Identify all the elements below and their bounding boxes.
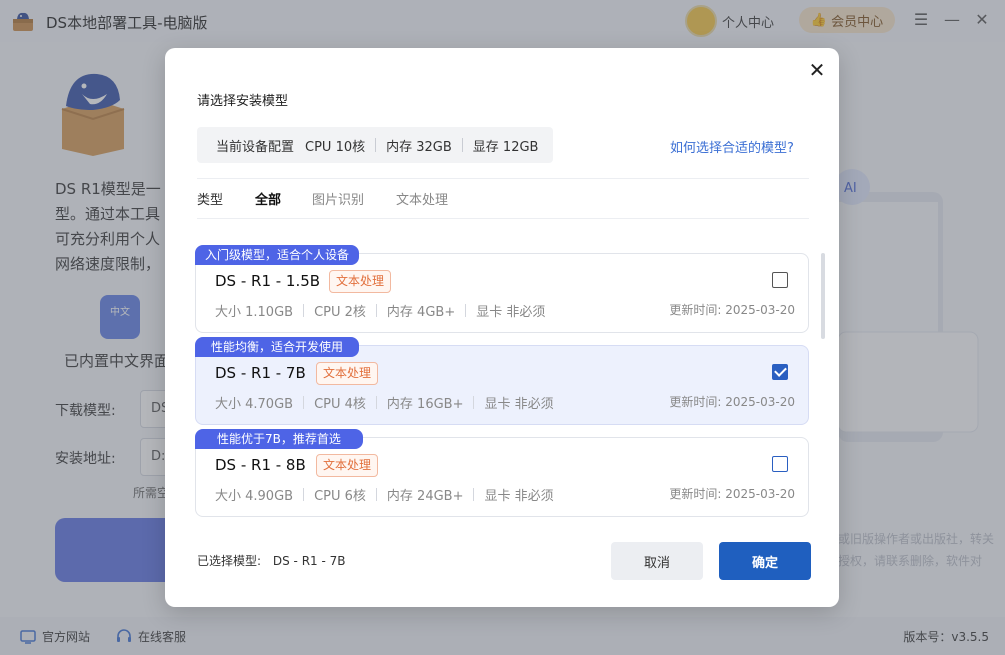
model-card-8b[interactable]: 性能优于7B，推荐首选 DS - R1 - 8B 文本处理 大小 4.90GB … bbox=[195, 429, 809, 517]
model-tag: 性能优于7B，推荐首选 bbox=[195, 429, 363, 449]
model-specs: 大小 4.70GB CPU 4核 内存 16GB+ 显卡 非必须 bbox=[215, 396, 554, 412]
cancel-button[interactable]: 取消 bbox=[611, 542, 703, 580]
config-memory: 内存 32GB bbox=[386, 139, 452, 155]
tab-all[interactable]: 全部 bbox=[255, 189, 281, 208]
model-updated: 更新时间: 2025-03-20 bbox=[669, 487, 795, 501]
divider bbox=[197, 218, 809, 219]
tab-text-processing[interactable]: 文本处理 bbox=[396, 189, 448, 208]
model-tag: 性能均衡，适合开发使用 bbox=[195, 337, 360, 357]
divider bbox=[197, 178, 809, 179]
confirm-button[interactable]: 确定 bbox=[719, 542, 811, 580]
list-scrollbar[interactable] bbox=[821, 253, 825, 339]
model-tag: 入门级模型，适合个人设备 bbox=[195, 245, 360, 265]
selected-model-label: 已选择模型: bbox=[197, 554, 262, 568]
model-name: DS - R1 - 1.5B bbox=[215, 272, 321, 290]
model-updated: 更新时间: 2025-03-20 bbox=[669, 303, 795, 317]
model-card-7b[interactable]: 性能均衡，适合开发使用 DS - R1 - 7B 文本处理 大小 4.70GB … bbox=[195, 337, 809, 425]
how-to-choose-link[interactable]: 如何选择合适的模型? bbox=[670, 137, 794, 156]
tab-image-recognition[interactable]: 图片识别 bbox=[312, 189, 364, 208]
model-card-1-5b[interactable]: 入门级模型，适合个人设备 DS - R1 - 1.5B 文本处理 大小 1.10… bbox=[195, 245, 809, 333]
config-vram: 显存 12GB bbox=[472, 139, 539, 155]
model-updated: 更新时间: 2025-03-20 bbox=[669, 395, 795, 409]
model-type-badge: 文本处理 bbox=[316, 454, 379, 477]
model-specs: 大小 4.90GB CPU 6核 内存 24GB+ 显卡 非必须 bbox=[215, 488, 554, 504]
selected-model-info: 已选择模型: DS - R1 - 7B bbox=[197, 552, 346, 569]
config-label: 当前设备配置 bbox=[216, 139, 295, 155]
model-name: DS - R1 - 7B bbox=[215, 364, 306, 382]
tabs-label: 类型 bbox=[197, 193, 224, 208]
model-specs: 大小 1.10GB CPU 2核 内存 4GB+ 显卡 非必须 bbox=[215, 304, 546, 320]
model-checkbox[interactable] bbox=[772, 272, 788, 288]
selected-model-value: DS - R1 - 7B bbox=[272, 554, 346, 568]
model-checkbox[interactable] bbox=[772, 456, 788, 472]
model-type-badge: 文本处理 bbox=[316, 362, 379, 385]
dialog-title: 请选择安装模型 bbox=[197, 94, 289, 109]
type-tabs: 类型 全部 图片识别 文本处理 bbox=[197, 189, 448, 208]
model-select-dialog: ✕ 请选择安装模型 当前设备配置 CPU 10核 内存 32GB 显存 12GB… bbox=[165, 48, 839, 607]
close-icon[interactable]: ✕ bbox=[806, 58, 828, 82]
model-name: DS - R1 - 8B bbox=[215, 456, 306, 474]
model-type-badge: 文本处理 bbox=[329, 270, 392, 293]
model-checkbox-checked[interactable] bbox=[772, 364, 788, 380]
config-cpu: CPU 10核 bbox=[305, 139, 366, 155]
device-config-box: 当前设备配置 CPU 10核 内存 32GB 显存 12GB bbox=[197, 127, 553, 163]
